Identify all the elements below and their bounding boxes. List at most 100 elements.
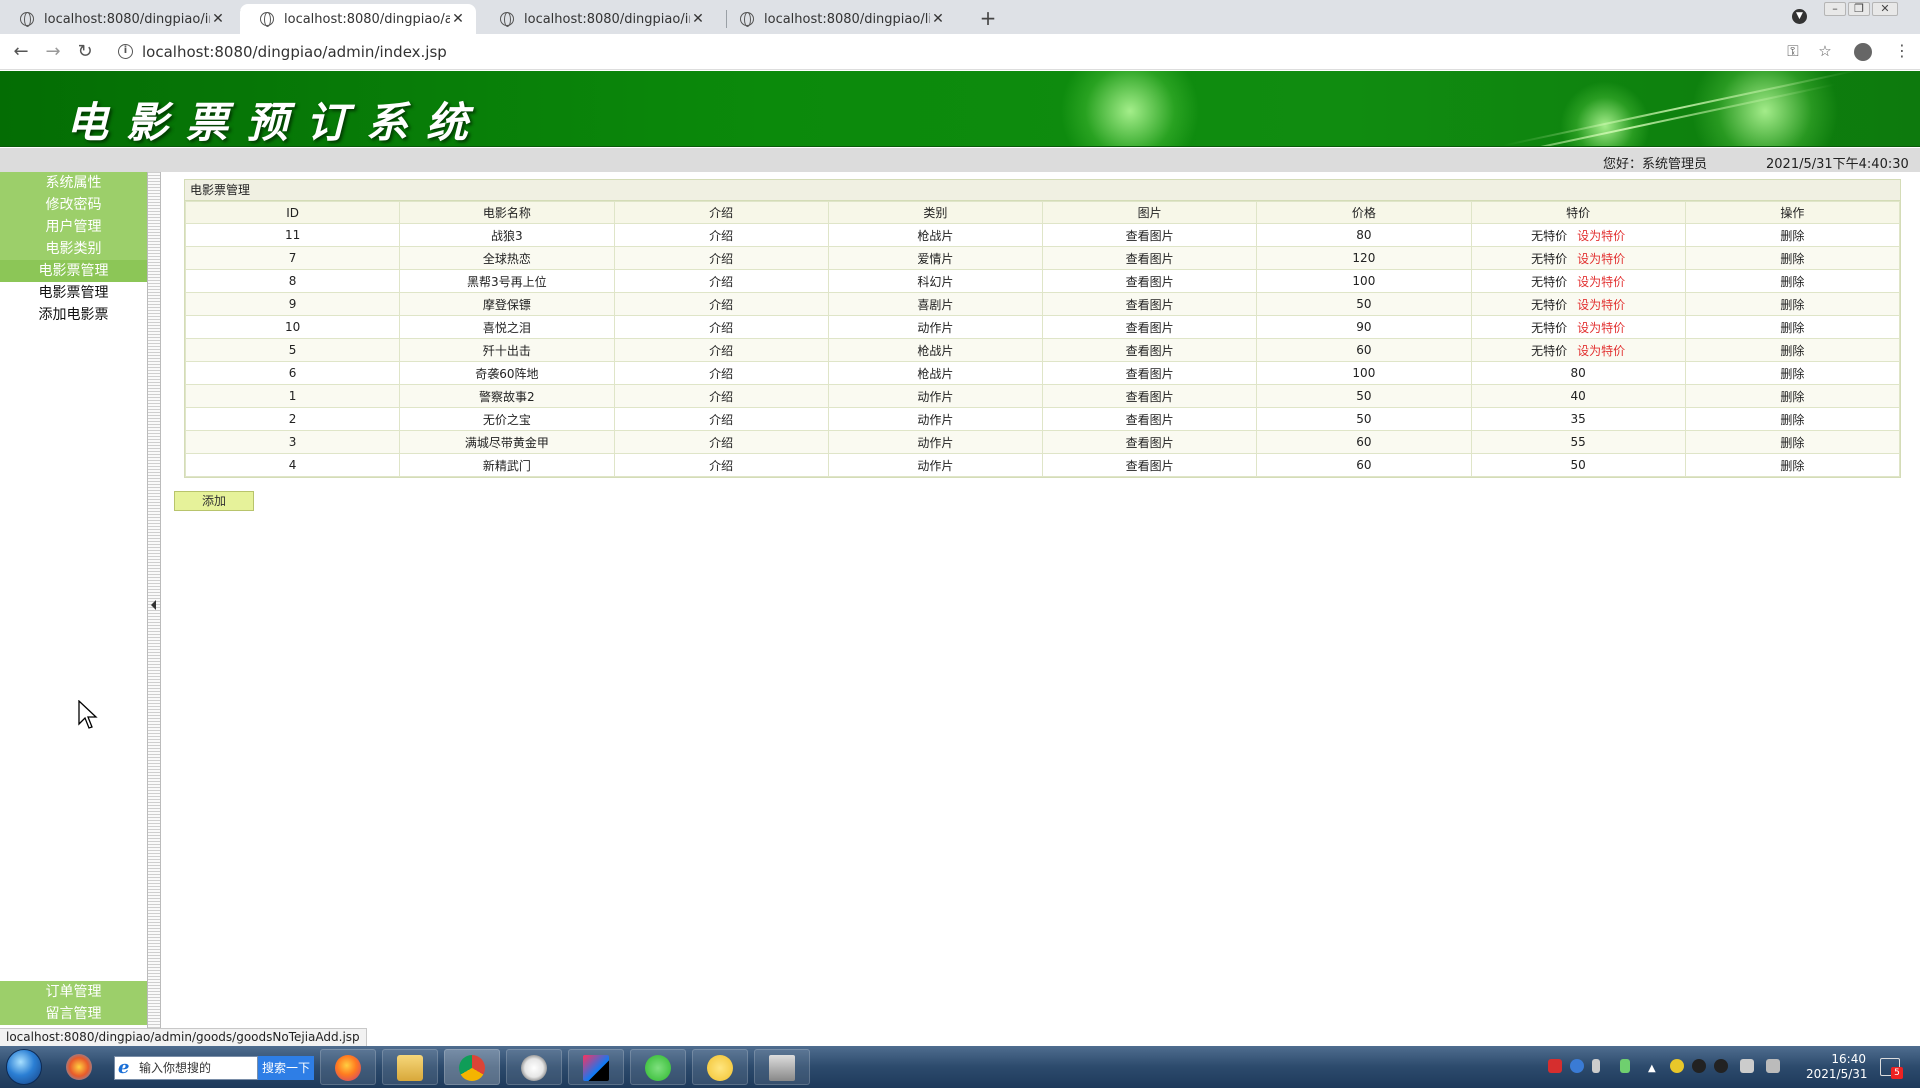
delete-link[interactable]: 删除 (1684, 269, 1901, 293)
delete-link[interactable]: 删除 (1684, 292, 1901, 316)
network-tray-icon[interactable] (1766, 1059, 1780, 1073)
sidebar-item-user-management[interactable]: 用户管理 (0, 216, 147, 238)
view-image-link[interactable]: 查看图片 (1041, 223, 1258, 247)
taskbar-search-button[interactable]: 搜索一下 (258, 1056, 314, 1080)
taskbar-app-explorer[interactable] (382, 1049, 438, 1085)
notification-icon[interactable]: 5 (1880, 1058, 1903, 1079)
intro-link[interactable]: 介绍 (613, 338, 829, 362)
sidebar-item-change-password[interactable]: 修改密码 (0, 194, 147, 216)
intro-link[interactable]: 介绍 (613, 292, 829, 316)
delete-link[interactable]: 删除 (1684, 338, 1901, 362)
delete-link[interactable]: 删除 (1684, 246, 1901, 270)
set-special-link[interactable]: 设为特价 (1577, 344, 1625, 358)
intro-link[interactable]: 介绍 (613, 361, 829, 385)
pen-tray-icon[interactable] (1592, 1059, 1600, 1073)
view-image-link[interactable]: 查看图片 (1041, 361, 1258, 385)
tray-expand-icon[interactable]: ▲ (1648, 1063, 1658, 1074)
intro-link[interactable]: 介绍 (613, 246, 829, 270)
delete-link[interactable]: 删除 (1684, 407, 1901, 431)
taskbar-clock[interactable]: 16:40 2021/5/31 (1806, 1052, 1868, 1082)
view-image-link[interactable]: 查看图片 (1041, 430, 1258, 454)
intro-link[interactable]: 介绍 (613, 430, 829, 454)
window-close-icon[interactable]: ✕ (1872, 2, 1898, 16)
browser-tab-3[interactable]: localhost:8080/dingpiao/index ✕ (480, 4, 716, 34)
taskbar-app-tool[interactable] (754, 1049, 810, 1085)
sidebar-subitem-add-ticket[interactable]: 添加电影票 (0, 304, 147, 326)
delete-link[interactable]: 删除 (1684, 315, 1901, 339)
taskbar-app-wechat[interactable] (630, 1049, 686, 1085)
close-icon[interactable]: ✕ (210, 11, 226, 27)
kebab-menu-icon[interactable]: ⋮ (1894, 41, 1910, 60)
new-tab-button[interactable]: + (976, 6, 1000, 30)
minimize-icon[interactable]: – (1824, 2, 1846, 16)
info-icon[interactable]: i (118, 44, 133, 59)
back-arrow-icon[interactable]: ← (10, 41, 32, 63)
key-icon[interactable]: ⚿ (1782, 42, 1804, 60)
set-special-link[interactable]: 设为特价 (1577, 298, 1625, 312)
intro-link[interactable]: 介绍 (613, 223, 829, 247)
taskbar-app-intellij[interactable] (568, 1049, 624, 1085)
sidebar-item-ticket-management[interactable]: 电影票管理 (0, 260, 147, 282)
taskbar-app-browser-360[interactable] (56, 1049, 106, 1085)
battery-tray-icon[interactable] (1620, 1059, 1630, 1073)
view-image-link[interactable]: 查看图片 (1041, 269, 1258, 293)
tab-search-icon[interactable]: ▼ (1792, 9, 1807, 24)
restore-icon[interactable]: ❐ (1848, 2, 1870, 16)
cell-id: 6 (184, 361, 401, 385)
intro-link[interactable]: 介绍 (613, 407, 829, 431)
taskbar-app-notes[interactable] (692, 1049, 748, 1085)
help-tray-icon[interactable] (1570, 1059, 1584, 1073)
security-tray-icon[interactable] (1670, 1059, 1684, 1073)
volume-tray-icon[interactable] (1740, 1059, 1754, 1073)
sidebar-subitem-ticket-management[interactable]: 电影票管理 (0, 282, 147, 304)
ie-e-icon: e (118, 1057, 130, 1078)
collapse-arrow-icon[interactable] (151, 600, 156, 610)
view-image-link[interactable]: 查看图片 (1041, 384, 1258, 408)
sidebar-item-movie-category[interactable]: 电影类别 (0, 238, 147, 260)
sogou-input-icon[interactable] (1548, 1059, 1562, 1073)
delete-link[interactable]: 删除 (1684, 430, 1901, 454)
browser-tab-2[interactable]: localhost:8080/dingpiao/admi ✕ (240, 4, 476, 34)
reload-icon[interactable]: ↻ (74, 41, 96, 63)
star-icon[interactable]: ☆ (1814, 42, 1836, 60)
view-image-link[interactable]: 查看图片 (1041, 338, 1258, 362)
close-icon[interactable]: ✕ (690, 11, 706, 27)
intro-link[interactable]: 介绍 (613, 315, 829, 339)
view-image-link[interactable]: 查看图片 (1041, 292, 1258, 316)
delete-link[interactable]: 删除 (1684, 453, 1901, 477)
taskbar-app-qq[interactable] (506, 1049, 562, 1085)
taskbar-app-firefox[interactable] (320, 1049, 376, 1085)
view-image-link[interactable]: 查看图片 (1041, 246, 1258, 270)
sidebar-item-message-management[interactable]: 留言管理 (0, 1003, 147, 1025)
browser-tab-1[interactable]: localhost:8080/dingpiao/index ✕ (0, 4, 236, 34)
browser-tab-4[interactable]: localhost:8080/dingpiao/liuya ✕ (720, 4, 956, 34)
intro-link[interactable]: 介绍 (613, 384, 829, 408)
forward-arrow-icon[interactable]: → (42, 41, 64, 63)
set-special-link[interactable]: 设为特价 (1577, 229, 1625, 243)
intro-link[interactable]: 介绍 (613, 269, 829, 293)
view-image-link[interactable]: 查看图片 (1041, 315, 1258, 339)
add-button[interactable]: 添加 (174, 491, 254, 511)
intro-link[interactable]: 介绍 (613, 453, 829, 477)
delete-link[interactable]: 删除 (1684, 384, 1901, 408)
set-special-link[interactable]: 设为特价 (1577, 321, 1625, 335)
table-row: 11 战狼3 介绍 枪战片 查看图片 80 无特价 设为特价 删除 (184, 223, 1901, 247)
start-button[interactable] (6, 1049, 42, 1085)
sidebar-item-system-properties[interactable]: 系统属性 (0, 172, 147, 194)
close-icon[interactable]: ✕ (450, 11, 466, 27)
taskbar-search-input[interactable]: e 输入你想搜的 (114, 1056, 258, 1080)
qq-tray-icon-2[interactable] (1714, 1059, 1728, 1073)
close-icon[interactable]: ✕ (930, 11, 946, 27)
delete-link[interactable]: 删除 (1684, 223, 1901, 247)
view-image-link[interactable]: 查看图片 (1041, 453, 1258, 477)
profile-avatar-icon[interactable] (1854, 43, 1872, 61)
sidebar-item-order-management[interactable]: 订单管理 (0, 981, 147, 1003)
set-special-link[interactable]: 设为特价 (1577, 275, 1625, 289)
frame-splitter[interactable] (147, 172, 161, 1028)
taskbar-app-chrome[interactable] (444, 1049, 500, 1085)
set-special-link[interactable]: 设为特价 (1577, 252, 1625, 266)
view-image-link[interactable]: 查看图片 (1041, 407, 1258, 431)
delete-link[interactable]: 删除 (1684, 361, 1901, 385)
address-bar[interactable]: localhost:8080/dingpiao/admin/index.jsp (142, 43, 447, 61)
qq-tray-icon[interactable] (1692, 1059, 1706, 1073)
